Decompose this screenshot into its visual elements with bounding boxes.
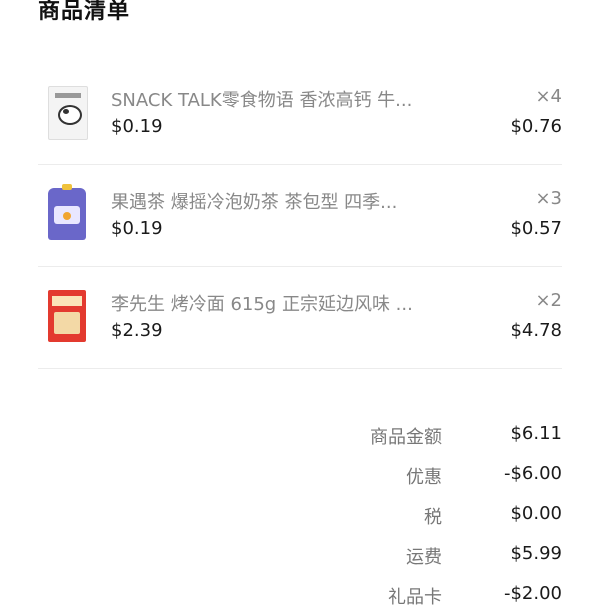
line-total: $0.57 <box>510 218 562 239</box>
summary-row-discount: 优惠 -$6.00 <box>0 463 600 488</box>
summary-row-subtotal: 商品金额 $6.11 <box>0 423 600 448</box>
pouch-graphic <box>63 212 71 220</box>
summary-value: $6.11 <box>510 423 562 444</box>
page-title: 商品清单 <box>38 0 131 24</box>
list-item[interactable]: 果遇茶 爆摇冷泡奶茶 茶包型 四季... $0.19 ×3 $0.57 <box>38 164 562 267</box>
summary-label: 运费 <box>406 547 442 568</box>
noodle-graphic <box>54 312 80 334</box>
summary-value: -$2.00 <box>503 583 562 604</box>
quantity: ×3 <box>535 188 562 209</box>
summary-row-tax: 税 $0.00 <box>0 503 600 528</box>
quantity: ×2 <box>535 290 562 311</box>
product-name[interactable]: 果遇茶 爆摇冷泡奶茶 茶包型 四季... <box>111 188 441 214</box>
cow-graphic <box>58 105 82 125</box>
cow-spot <box>63 109 69 114</box>
unit-price: $0.19 <box>111 218 163 239</box>
product-name[interactable]: 李先生 烤冷面 615g 正宗延边风味 ... <box>111 290 441 316</box>
milk-powder-product-icon[interactable] <box>48 86 88 140</box>
cold-noodle-product-icon[interactable] <box>48 290 86 342</box>
summary-label: 优惠 <box>406 467 442 488</box>
milk-tea-pouch-product-icon[interactable] <box>48 184 86 240</box>
summary-value: $5.99 <box>510 543 562 564</box>
summary-label: 税 <box>424 507 442 528</box>
product-name[interactable]: SNACK TALK零食物语 香浓高钙 牛... <box>111 86 441 112</box>
quantity: ×4 <box>535 86 562 107</box>
summary-row-shipping: 运费 $5.99 <box>0 543 600 568</box>
line-total: $4.78 <box>510 320 562 341</box>
unit-price: $2.39 <box>111 320 163 341</box>
package-label-band <box>52 296 82 306</box>
summary-value: -$6.00 <box>503 463 562 484</box>
product-label-shape <box>55 93 81 98</box>
unit-price: $0.19 <box>111 116 163 137</box>
pouch-cap <box>62 184 72 190</box>
summary-label: 礼品卡 <box>388 587 442 608</box>
list-item[interactable]: 李先生 烤冷面 615g 正宗延边风味 ... $2.39 ×2 $4.78 <box>38 266 562 369</box>
list-item[interactable]: SNACK TALK零食物语 香浓高钙 牛... $0.19 ×4 $0.76 <box>38 62 562 165</box>
summary-value: $0.00 <box>510 503 562 524</box>
summary-label: 商品金额 <box>370 427 442 448</box>
line-total: $0.76 <box>510 116 562 137</box>
summary-row-gift-card: 礼品卡 -$2.00 <box>0 583 600 608</box>
